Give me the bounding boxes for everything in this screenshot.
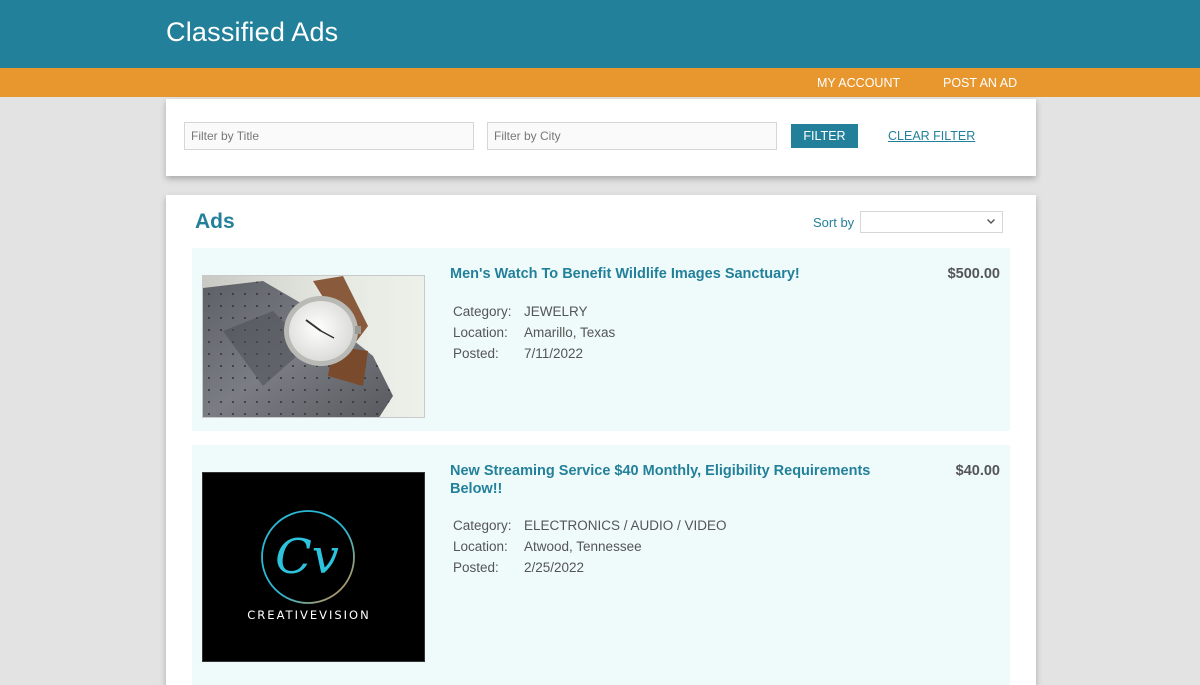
post-ad-link[interactable]: POST AN AD [943, 76, 1017, 90]
sort-label: Sort by [813, 215, 855, 230]
filter-title-input[interactable] [184, 122, 474, 150]
posted-value: 2/25/2022 [524, 560, 585, 575]
location-value: Amarillo, Texas [524, 325, 616, 340]
ad-image-watch[interactable] [202, 275, 425, 418]
ad-price: $40.00 [955, 463, 1000, 479]
category-value: JEWELRY [524, 304, 588, 319]
nav-bar: MY ACCOUNT POST AN AD [0, 68, 1200, 97]
logo-monogram: Cv [275, 529, 339, 585]
logo-wordmark: CREATIVEVISION [247, 608, 370, 622]
chevron-down-icon [987, 219, 995, 224]
ad-details: Category: JEWELRY Location: Amarillo, Texa… [453, 301, 615, 364]
location-label: Location: [453, 539, 508, 554]
category-value: ELECTRONICS / AUDIO / VIDEO [524, 518, 727, 533]
ad-details: Category: ELECTRONICS / AUDIO / VIDEO Loc… [453, 515, 727, 578]
location-row: Location: Atwood, Tennessee [453, 536, 727, 557]
ads-heading: Ads [195, 210, 235, 233]
my-account-link[interactable]: MY ACCOUNT [817, 76, 900, 90]
filter-city-input[interactable] [487, 122, 777, 150]
category-row: Category: ELECTRONICS / AUDIO / VIDEO [453, 515, 727, 536]
location-row: Location: Amarillo, Texas [453, 322, 615, 343]
location-label: Location: [453, 325, 508, 340]
ad-title[interactable]: New Streaming Service $40 Monthly, Eligi… [450, 462, 890, 498]
category-label: Category: [453, 304, 512, 319]
creative-vision-logo: Cv CREATIVEVISION [203, 473, 424, 661]
ad-listing[interactable]: Men's Watch To Benefit Wildlife Images S… [192, 248, 1010, 431]
filter-panel: FILTER CLEAR FILTER [166, 99, 1036, 176]
site-title[interactable]: Classified Ads [166, 17, 338, 48]
ad-image-creative-vision[interactable]: Cv CREATIVEVISION [202, 472, 425, 662]
posted-row: Posted: 2/25/2022 [453, 557, 727, 578]
filter-button[interactable]: FILTER [791, 124, 858, 148]
header-bar: Classified Ads [0, 0, 1200, 68]
ads-panel: Ads Sort by Men's Watch To Benefit Wildl… [166, 195, 1036, 685]
posted-value: 7/11/2022 [524, 346, 584, 361]
watch-photo [203, 276, 424, 417]
sort-select[interactable] [860, 211, 1003, 233]
location-value: Atwood, Tennessee [524, 539, 642, 554]
ad-price: $500.00 [947, 266, 1000, 282]
ad-title[interactable]: Men's Watch To Benefit Wildlife Images S… [450, 265, 890, 283]
category-label: Category: [453, 518, 512, 533]
posted-row: Posted: 7/11/2022 [453, 343, 615, 364]
ad-listing[interactable]: Cv CREATIVEVISION New Streaming Service … [192, 445, 1010, 685]
posted-label: Posted: [453, 560, 499, 575]
posted-label: Posted: [453, 346, 499, 361]
category-row: Category: JEWELRY [453, 301, 615, 322]
clear-filter-link[interactable]: CLEAR FILTER [888, 129, 975, 143]
